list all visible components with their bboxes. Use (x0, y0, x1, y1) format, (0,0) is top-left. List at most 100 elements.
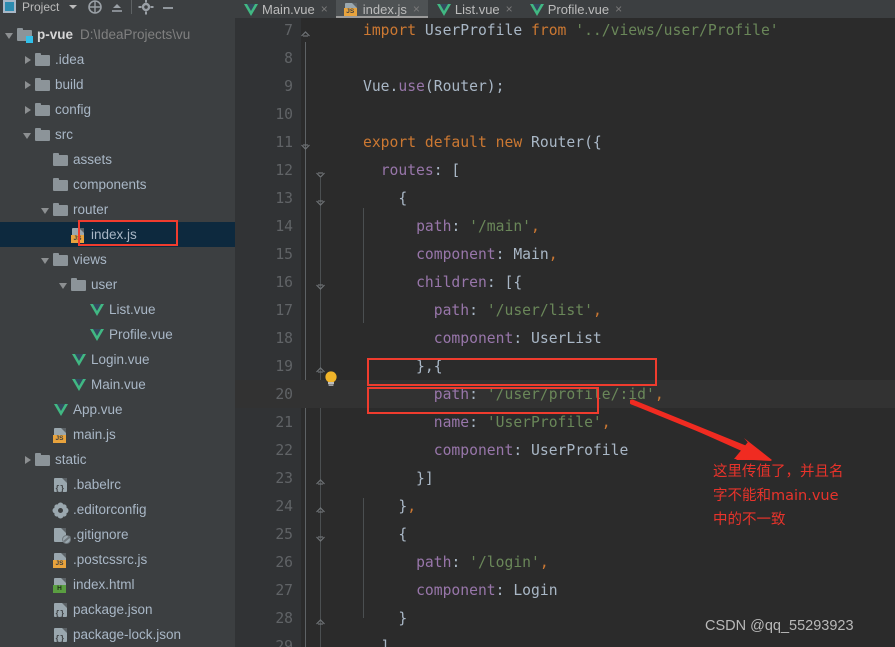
tree-row-package-json[interactable]: package.json (0, 597, 235, 622)
fold-marker-down-12[interactable] (315, 169, 326, 180)
lightbulb-icon[interactable] (323, 370, 339, 388)
project-file-tree[interactable]: p-vue D:\IdeaProjects\vu .idea build confi… (0, 21, 235, 647)
chevron-right-icon[interactable] (22, 79, 34, 91)
fold-marker-down-13[interactable] (315, 197, 326, 208)
tree-row-router[interactable]: router (0, 197, 235, 222)
tree-row--babelrc[interactable]: .babelrc (0, 472, 235, 497)
close-icon[interactable]: × (615, 2, 622, 16)
code-line-text: routes: [ (380, 161, 461, 179)
tree-row-label: .gitignore (73, 527, 129, 542)
js-file-icon: JS (343, 2, 359, 17)
code-line-17[interactable]: 17 path: '/user/list', (235, 296, 895, 324)
js-file-icon: JS (53, 427, 69, 443)
fold-marker-up-7[interactable] (300, 29, 311, 40)
close-icon[interactable]: × (413, 2, 420, 16)
tree-row-label: .babelrc (73, 477, 122, 492)
code-line-7[interactable]: 7 import UserProfile from '../views/user/… (235, 16, 895, 44)
fold-marker-up-23[interactable] (315, 477, 326, 488)
tree-row-build[interactable]: build (0, 72, 235, 97)
locate-icon[interactable] (87, 0, 103, 15)
folder-icon (53, 202, 69, 218)
tree-row-list-vue[interactable]: List.vue (0, 297, 235, 322)
chevron-down-icon[interactable] (22, 129, 34, 141)
code-viewport[interactable]: 7 import UserProfile from '../views/user/… (235, 18, 895, 647)
code-line-27[interactable]: 27 component: Login (235, 576, 895, 604)
vue-file-icon (243, 2, 258, 16)
folder-icon (35, 127, 51, 143)
tree-row-user[interactable]: user (0, 272, 235, 297)
tree-row-label: src (55, 127, 73, 142)
tree-row-profile-vue[interactable]: Profile.vue (0, 322, 235, 347)
code-line-16[interactable]: 16 children: [{ (235, 268, 895, 296)
code-line-15[interactable]: 15 component: Main, (235, 240, 895, 268)
tree-row-config[interactable]: config (0, 97, 235, 122)
project-panel: Project p-vue D:\IdeaProjects\vu .idea b… (0, 0, 235, 647)
line-number: 17 (275, 301, 293, 319)
tree-row-label: Profile.vue (109, 327, 173, 342)
tree-row-index-html[interactable]: Hindex.html (0, 572, 235, 597)
tree-row-views[interactable]: views (0, 247, 235, 272)
chevron-right-icon[interactable] (22, 54, 34, 66)
code-line-21[interactable]: 21 name: 'UserProfile', (235, 408, 895, 436)
tree-row--postcssrc-js[interactable]: JS .postcssrc.js (0, 547, 235, 572)
editor-tab-label: Main.vue (262, 1, 315, 17)
tree-row-label: index.html (73, 577, 135, 592)
tree-row-label: index.js (91, 227, 137, 242)
line-number: 29 (275, 637, 293, 647)
tree-row-package-lock-json[interactable]: package-lock.json (0, 622, 235, 647)
chevron-right-icon[interactable] (22, 104, 34, 116)
chevron-down-icon[interactable] (58, 279, 70, 291)
tree-row-static[interactable]: static (0, 447, 235, 472)
fold-marker-down-11[interactable] (300, 141, 311, 152)
tree-row-root[interactable]: p-vue D:\IdeaProjects\vu (0, 22, 235, 47)
fold-marker-up-24[interactable] (315, 505, 326, 516)
json-file-icon (53, 477, 69, 494)
tree-row-components[interactable]: components (0, 172, 235, 197)
code-line-text: path: '/user/profile/:id', (433, 385, 664, 403)
toggle-spacer (58, 229, 70, 241)
project-view-icon[interactable] (3, 0, 16, 13)
code-line-26[interactable]: 26 path: '/login', (235, 548, 895, 576)
fold-marker-down-25[interactable] (315, 533, 326, 544)
chevron-down-icon[interactable] (40, 204, 52, 216)
settings-gear-icon[interactable] (138, 0, 154, 15)
tree-row-index-js[interactable]: JS index.js (0, 222, 235, 247)
code-line-12[interactable]: 12 routes: [ (235, 156, 895, 184)
line-number: 22 (275, 441, 293, 459)
code-line-text: path: '/main', (416, 217, 540, 235)
hide-panel-icon[interactable] (160, 0, 176, 15)
tree-row-main-vue[interactable]: Main.vue (0, 372, 235, 397)
chevron-down-icon[interactable] (65, 0, 81, 15)
code-line-14[interactable]: 14 path: '/main', (235, 212, 895, 240)
tree-row-app-vue[interactable]: App.vue (0, 397, 235, 422)
chevron-down-icon[interactable] (40, 254, 52, 266)
tree-row--idea[interactable]: .idea (0, 47, 235, 72)
code-line-9[interactable]: 9 Vue.use(Router); (235, 72, 895, 100)
tree-row--editorconfig[interactable]: .editorconfig (0, 497, 235, 522)
json-file-icon (53, 602, 69, 619)
code-line-13[interactable]: 13 { (235, 184, 895, 212)
code-line-text: component: Login (416, 581, 558, 599)
chevron-down-icon[interactable] (4, 29, 16, 41)
gear-icon (53, 502, 69, 518)
tree-row-main-js[interactable]: JS main.js (0, 422, 235, 447)
code-line-10[interactable]: 10 (235, 100, 895, 128)
chevron-right-icon[interactable] (22, 454, 34, 466)
close-icon[interactable]: × (321, 2, 328, 16)
tree-row-label: main.js (73, 427, 116, 442)
line-number: 7 (284, 21, 293, 39)
tree-row--gitignore[interactable]: .gitignore (0, 522, 235, 547)
tree-row-login-vue[interactable]: Login.vue (0, 347, 235, 372)
tree-row-assets[interactable]: assets (0, 147, 235, 172)
fold-marker-down-16[interactable] (315, 281, 326, 292)
close-icon[interactable]: × (506, 2, 513, 16)
tree-row-src[interactable]: src (0, 122, 235, 147)
code-line-29[interactable]: 29 ] (235, 632, 895, 647)
code-line-18[interactable]: 18 component: UserList (235, 324, 895, 352)
collapse-all-icon[interactable] (109, 0, 125, 15)
fold-marker-up-28[interactable] (315, 617, 326, 628)
code-line-11[interactable]: 11 export default new Router({ (235, 128, 895, 156)
code-line-text: },{ (363, 357, 443, 375)
toggle-spacer (40, 629, 52, 641)
code-line-8[interactable]: 8 (235, 44, 895, 72)
